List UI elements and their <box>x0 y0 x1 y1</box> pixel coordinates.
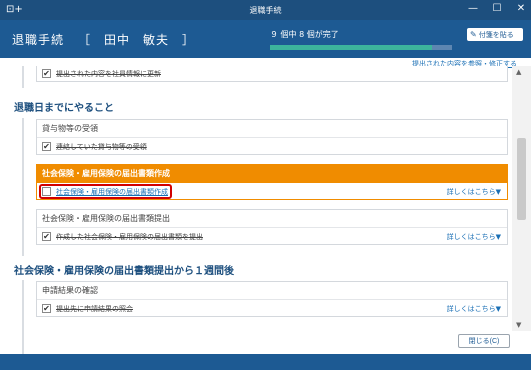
sticky-note-label: 付箋を貼る <box>478 30 514 39</box>
task-card-application-result: 申請結果の確認 ✔ 提出先に申請結果の照会 詳しくはこちら▼ <box>36 281 508 317</box>
close-icon[interactable]: ✕ <box>515 3 527 14</box>
window-titlebar: ⊡+ 退職手続 — ☐ ✕ <box>0 0 531 20</box>
details-link[interactable]: 詳しくはこちら▼ <box>447 304 501 314</box>
procedure-title: 退職手続 <box>12 33 65 47</box>
checkbox-checked-icon[interactable]: ✔ <box>42 142 51 151</box>
timeline-line <box>22 280 24 354</box>
maximize-icon[interactable]: ☐ <box>491 3 503 14</box>
task-row[interactable]: ✔ 連絡していた貸与物等の受領 <box>37 138 507 155</box>
section-heading: 社会保険・雇用保険の届出書類提出から１週間後 <box>14 266 234 277</box>
details-link[interactable]: 詳しくはこちら▼ <box>447 187 501 197</box>
task-card-title: 貸与物等の受領 <box>37 120 507 138</box>
progress-bar-fill <box>270 45 432 50</box>
scroll-down-icon[interactable]: ▼ <box>516 321 521 329</box>
checkbox-checked-icon[interactable]: ✔ <box>42 232 51 241</box>
task-label: 提出先に申請結果の照会 <box>56 304 133 313</box>
progress-bar <box>270 45 452 50</box>
procedure-header: 退職手続 ［ 田中 敏夫 ］ ９ 個中 8 個が完了 ✎ 付箋を貼る <box>0 20 531 58</box>
sticky-note-icon: ✎ <box>470 30 477 39</box>
timeline-line <box>22 66 24 88</box>
task-label: 提出された内容を社員情報に更新 <box>56 69 161 78</box>
details-link[interactable]: 詳しくはこちら▼ <box>447 232 501 242</box>
sticky-note-button[interactable]: ✎ 付箋を貼る <box>467 28 523 41</box>
current-task-highlight <box>39 184 172 199</box>
task-row[interactable]: ✔ 提出先に申請結果の照会 詳しくはこちら▼ <box>37 300 507 317</box>
employee-name: ［ 田中 敏夫 ］ <box>78 33 196 47</box>
vertical-scrollbar[interactable]: ▲ ▼ <box>512 66 531 331</box>
minimize-icon[interactable]: — <box>467 3 479 14</box>
task-card-social-insurance-submit: 社会保険・雇用保険の届出書類提出 ✔ 作成した社会保険・雇用保険の届出書類を提出… <box>36 209 508 245</box>
scrollbar-thumb[interactable] <box>517 138 526 220</box>
scroll-up-icon[interactable]: ▲ <box>516 68 521 76</box>
task-card-loaned-items: 貸与物等の受領 ✔ 連絡していた貸与物等の受領 <box>36 119 508 155</box>
timeline-line <box>22 118 24 256</box>
task-label: 作成した社会保険・雇用保険の届出書類を提出 <box>56 232 203 241</box>
page-title: 退職手続 ［ 田中 敏夫 ］ <box>12 31 195 48</box>
footer-bar <box>0 354 531 370</box>
task-list: ✔ 提出された内容を社員情報に更新 退職日までにやること 貸与物等の受領 ✔ 連… <box>0 66 512 354</box>
task-card-title: 社会保険・雇用保険の届出書類提出 <box>37 210 507 228</box>
task-card-title: 申請結果の確認 <box>37 282 507 300</box>
task-row[interactable]: ✔ 作成した社会保険・雇用保険の届出書類を提出 詳しくはこちら▼ <box>37 228 507 245</box>
window-title: 退職手続 <box>249 6 282 15</box>
task-card-update: ✔ 提出された内容を社員情報に更新 <box>36 66 508 82</box>
task-card-social-insurance-docs: 社会保険・雇用保険の届出書類作成 社会保険・雇用保険の届出書類作成 詳しくはこち… <box>36 164 508 200</box>
task-row[interactable]: ✔ 提出された内容を社員情報に更新 <box>37 66 507 82</box>
section-heading: 退職日までにやること <box>14 103 114 114</box>
checkbox-checked-icon[interactable]: ✔ <box>42 69 51 78</box>
progress-text: ９ 個中 8 個が完了 <box>270 30 339 39</box>
task-row[interactable]: 社会保険・雇用保険の届出書類作成 詳しくはこちら▼ <box>37 183 507 200</box>
task-label: 連絡していた貸与物等の受領 <box>56 142 147 151</box>
close-button[interactable]: 閉じる(C) <box>458 334 510 348</box>
checkbox-checked-icon[interactable]: ✔ <box>42 304 51 313</box>
task-card-title: 社会保険・雇用保険の届出書類作成 <box>37 165 507 183</box>
